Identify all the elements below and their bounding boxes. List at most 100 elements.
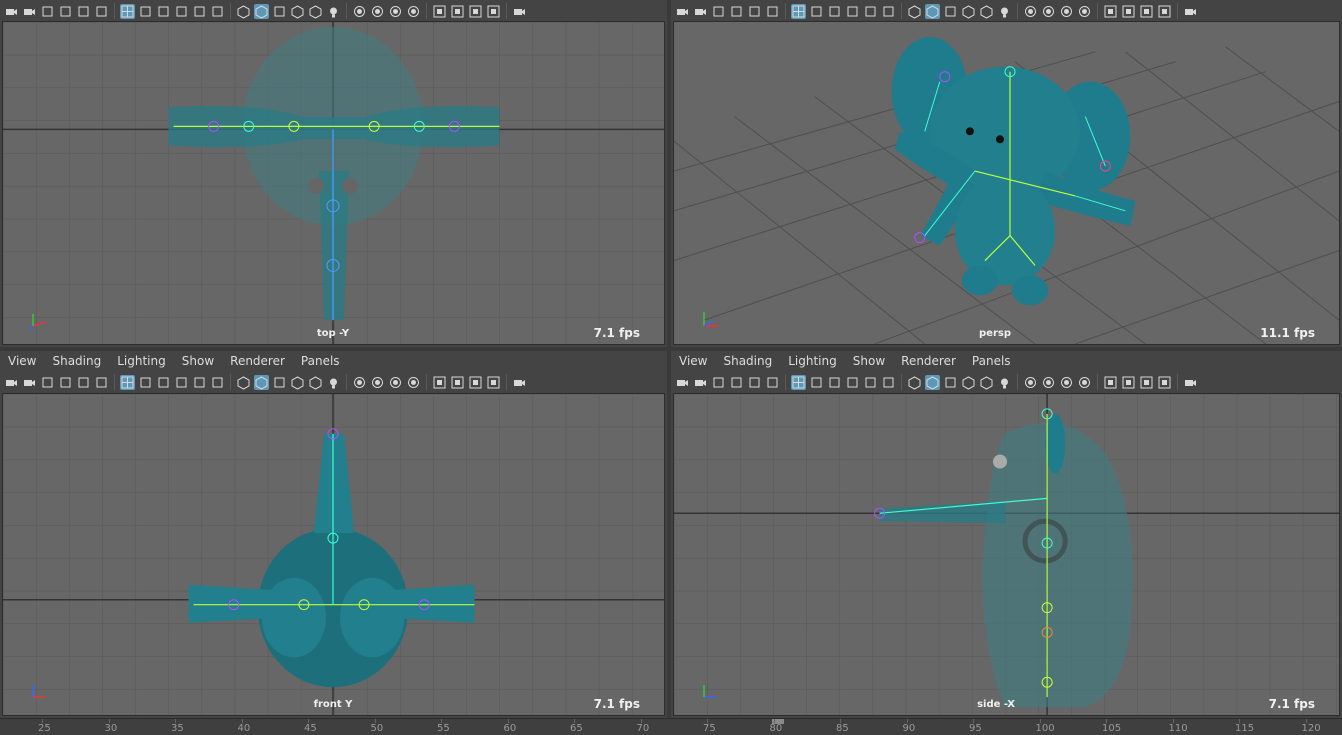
resolution-gate-icon[interactable] (156, 375, 171, 390)
gate-mask-icon[interactable] (845, 375, 860, 390)
xray-components-icon[interactable] (1157, 375, 1172, 390)
menu-panels[interactable]: Panels (972, 354, 1019, 368)
lights-icon[interactable] (997, 375, 1012, 390)
image-plane-icon[interactable] (729, 4, 744, 19)
panel-top-view[interactable]: top -Y 7.1 fps (0, 0, 667, 347)
xray-components-icon[interactable] (486, 4, 501, 19)
panel-front-view[interactable]: View Shading Lighting Show Renderer Pane… (0, 351, 667, 718)
panel-divider-horizontal[interactable] (0, 347, 1342, 351)
camera-sequencer-icon[interactable] (1183, 375, 1198, 390)
xray-joints-icon[interactable] (1139, 4, 1154, 19)
default-material-icon[interactable] (943, 4, 958, 19)
xray-joints-icon[interactable] (468, 4, 483, 19)
default-material-icon[interactable] (272, 375, 287, 390)
image-plane-icon[interactable] (729, 375, 744, 390)
shadows-icon[interactable] (352, 375, 367, 390)
film-gate-icon[interactable] (138, 375, 153, 390)
film-gate-icon[interactable] (138, 4, 153, 19)
menu-panels[interactable]: Panels (301, 354, 348, 368)
anti-aliasing-icon[interactable] (406, 4, 421, 19)
menu-lighting[interactable]: Lighting (788, 354, 845, 368)
field-chart-icon[interactable] (863, 4, 878, 19)
panel-persp-view[interactable]: persp 11.1 fps (671, 0, 1342, 347)
menu-show[interactable]: Show (182, 354, 222, 368)
wireframe-icon[interactable] (236, 375, 251, 390)
time-slider[interactable]: 25 30 35 40 45 50 55 60 65 70 75 80 85 90 95 100 105 110 1… (0, 718, 1342, 735)
image-plane-icon[interactable] (58, 375, 73, 390)
2d-pan-icon[interactable] (76, 375, 91, 390)
grid-icon[interactable] (791, 3, 806, 19)
menu-lighting[interactable]: Lighting (117, 354, 174, 368)
textured-icon[interactable] (979, 4, 994, 19)
xray-joints-icon[interactable] (468, 375, 483, 390)
screen-space-ao-icon[interactable] (370, 4, 385, 19)
anti-aliasing-icon[interactable] (1077, 4, 1092, 19)
xray-icon[interactable] (450, 4, 465, 19)
bookmark-icon[interactable] (711, 4, 726, 19)
viewport-front[interactable]: front Y 7.1 fps (2, 393, 665, 716)
xray-components-icon[interactable] (486, 375, 501, 390)
textured-icon[interactable] (308, 4, 323, 19)
textured-icon[interactable] (308, 375, 323, 390)
menu-view[interactable]: View (8, 354, 44, 368)
xray-icon[interactable] (450, 375, 465, 390)
anti-aliasing-icon[interactable] (1077, 375, 1092, 390)
shadows-icon[interactable] (1023, 375, 1038, 390)
grease-pencil-icon[interactable] (94, 375, 109, 390)
select-camera-icon[interactable] (4, 4, 19, 19)
screen-space-ao-icon[interactable] (1041, 375, 1056, 390)
viewport-top[interactable]: top -Y 7.1 fps (2, 21, 665, 345)
motion-blur-icon[interactable] (1059, 375, 1074, 390)
2d-pan-icon[interactable] (76, 4, 91, 19)
menu-renderer[interactable]: Renderer (901, 354, 964, 368)
wireframe-icon[interactable] (907, 4, 922, 19)
isolate-select-icon[interactable] (432, 375, 447, 390)
viewport-persp[interactable]: persp 11.1 fps (673, 21, 1340, 345)
screen-space-ao-icon[interactable] (1041, 4, 1056, 19)
gate-mask-icon[interactable] (174, 4, 189, 19)
gate-mask-icon[interactable] (845, 4, 860, 19)
shadows-icon[interactable] (352, 4, 367, 19)
smooth-shade-icon[interactable] (925, 3, 940, 19)
viewport-side[interactable]: side -X 7.1 fps (673, 393, 1340, 716)
xray-components-icon[interactable] (1157, 4, 1172, 19)
grease-pencil-icon[interactable] (94, 4, 109, 19)
field-chart-icon[interactable] (192, 4, 207, 19)
camera-sequencer-icon[interactable] (1183, 4, 1198, 19)
menu-show[interactable]: Show (853, 354, 893, 368)
smooth-shade-icon[interactable] (254, 374, 269, 390)
field-chart-icon[interactable] (863, 375, 878, 390)
grid-icon[interactable] (120, 374, 135, 390)
motion-blur-icon[interactable] (388, 4, 403, 19)
bookmark-icon[interactable] (711, 375, 726, 390)
field-chart-icon[interactable] (192, 375, 207, 390)
resolution-gate-icon[interactable] (827, 4, 842, 19)
safe-action-icon[interactable] (881, 4, 896, 19)
film-gate-icon[interactable] (809, 4, 824, 19)
safe-action-icon[interactable] (210, 375, 225, 390)
xray-joints-icon[interactable] (1139, 375, 1154, 390)
camera-attributes-icon[interactable] (22, 4, 37, 19)
safe-action-icon[interactable] (881, 375, 896, 390)
wireframe-icon[interactable] (907, 375, 922, 390)
wireframe-icon[interactable] (236, 4, 251, 19)
shaded-wireframe-icon[interactable] (961, 375, 976, 390)
camera-attributes-icon[interactable] (693, 4, 708, 19)
2d-pan-icon[interactable] (747, 4, 762, 19)
menu-renderer[interactable]: Renderer (230, 354, 293, 368)
shadows-icon[interactable] (1023, 4, 1038, 19)
panel-divider-vertical[interactable] (667, 0, 671, 718)
select-camera-icon[interactable] (4, 375, 19, 390)
menu-view[interactable]: View (679, 354, 715, 368)
xray-icon[interactable] (1121, 4, 1136, 19)
2d-pan-icon[interactable] (747, 375, 762, 390)
resolution-gate-icon[interactable] (827, 375, 842, 390)
menu-shading[interactable]: Shading (723, 354, 780, 368)
screen-space-ao-icon[interactable] (370, 375, 385, 390)
grease-pencil-icon[interactable] (765, 375, 780, 390)
grease-pencil-icon[interactable] (765, 4, 780, 19)
safe-action-icon[interactable] (210, 4, 225, 19)
grid-icon[interactable] (120, 3, 135, 19)
shaded-wireframe-icon[interactable] (961, 4, 976, 19)
default-material-icon[interactable] (943, 375, 958, 390)
